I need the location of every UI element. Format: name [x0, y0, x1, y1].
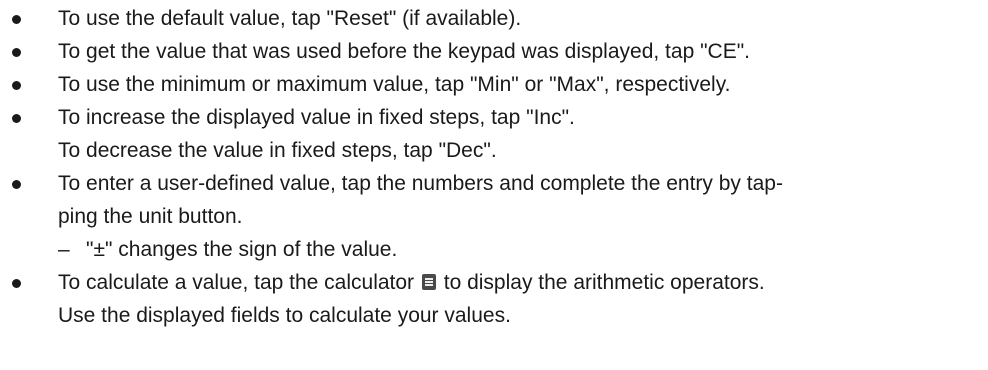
text-before-icon: To calculate a value, tap the calculator	[58, 271, 415, 294]
list-item-text-continued: ping the unit button.	[58, 205, 243, 228]
list-item: To increase the displayed value in fixed…	[12, 101, 988, 167]
bullet-icon	[12, 48, 21, 57]
list-item-text: To increase the displayed value in fixed…	[58, 106, 575, 129]
dash-marker: –	[58, 238, 70, 261]
list-item: To use the minimum or maximum value, tap…	[12, 68, 988, 101]
bullet-icon	[12, 279, 21, 288]
list-item-text: To enter a user-defined value, tap the n…	[58, 172, 783, 195]
list-item-text: To get the value that was used before th…	[58, 40, 750, 63]
calculator-icon	[421, 274, 436, 290]
list-item-text: To use the minimum or maximum value, tap…	[58, 73, 731, 96]
bullet-list: To use the default value, tap "Reset" (i…	[12, 2, 988, 332]
sub-list-item-text: "±" changes the sign of the value.	[86, 238, 398, 261]
sub-list-item: – "±" changes the sign of the value.	[58, 233, 988, 266]
list-item-text: To calculate a value, tap the calculator…	[58, 266, 988, 299]
list-item: To calculate a value, tap the calculator…	[12, 266, 988, 332]
list-item-text-continued: Use the displayed fields to calculate yo…	[58, 304, 511, 327]
list-item: To use the default value, tap "Reset" (i…	[12, 2, 988, 35]
list-item-text: To use the default value, tap "Reset" (i…	[58, 7, 522, 30]
list-item: To get the value that was used before th…	[12, 35, 988, 68]
bullet-icon	[12, 81, 21, 90]
document: To use the default value, tap "Reset" (i…	[0, 0, 988, 332]
list-item-text-continued: To decrease the value in fixed steps, ta…	[58, 139, 497, 162]
bullet-icon	[12, 114, 21, 123]
bullet-icon	[12, 180, 21, 189]
text-after-icon: to display the arithmetic operators.	[443, 271, 765, 294]
bullet-icon	[12, 15, 21, 24]
list-item: To enter a user-defined value, tap the n…	[12, 167, 988, 266]
